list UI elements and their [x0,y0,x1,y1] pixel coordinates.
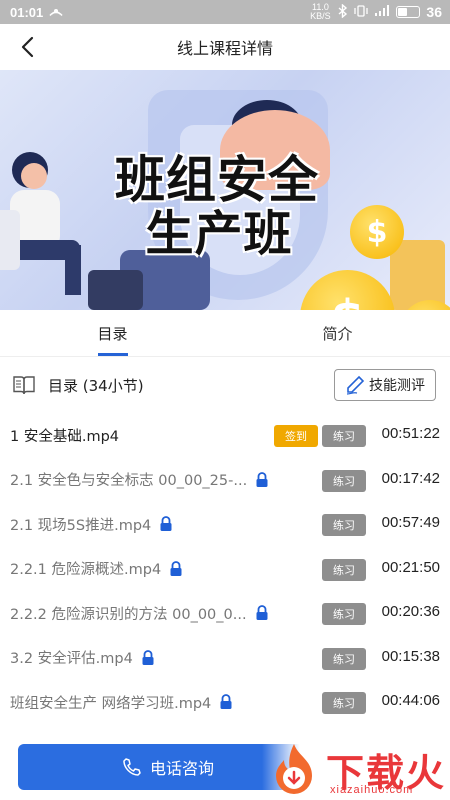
pen-icon [346,375,365,395]
lesson-duration: 00:20:36 [381,603,440,620]
lesson-row[interactable]: 班组安全生产 网络学习班.mp4 练习 00:44:06 [0,680,450,725]
lesson-duration: 00:44:06 [381,692,440,709]
lesson-title: 2.2.2 危险源识别的方法 00_00_0... [10,606,247,623]
status-time: 01:01 [10,4,44,20]
bluetooth-icon [338,2,348,21]
lesson-row[interactable]: 3.2 安全评估.mp4 练习 00:15:38 [0,636,450,681]
lock-icon [219,694,233,710]
lesson-title: 班组安全生产 网络学习班.mp4 [10,695,212,712]
bottom-bar: 电话咨询 下载火 xiazaihuo.com [0,736,450,800]
lock-icon [255,471,269,488]
course-banner: $ $ 班组安全 生产班 [0,70,450,310]
practice-button[interactable]: 练习 [322,603,366,625]
lesson-duration: 00:57:49 [381,514,440,531]
lock-icon [141,649,155,666]
active-tab-indicator [97,353,128,356]
skill-assessment-button[interactable]: 技能测评 [334,369,436,401]
phone-icon [123,758,141,776]
lesson-row[interactable]: 2.2.1 危险源概述.mp4 练习 00:21:50 [0,547,450,592]
practice-button[interactable]: 练习 [322,425,366,447]
bag-graphic [88,270,143,310]
lesson-duration: 00:51:22 [381,425,440,442]
net-speed: 11.0 KB/S [310,2,331,21]
battery-percent: 36 [426,4,442,20]
lesson-title: 1 安全基础.mp4 [10,428,119,445]
catalog-header: 目录 (34小节) 技能测评 [0,357,450,413]
back-arrow-icon[interactable] [16,34,42,60]
book-icon [12,374,36,396]
vibrate-icon [354,4,369,20]
lesson-duration: 00:17:42 [381,469,440,487]
lesson-duration: 00:15:38 [381,647,440,665]
lesson-row[interactable]: 2.1 安全色与安全标志 00_00_25-... 练习 00:17:42 [0,458,450,503]
lock-icon [159,516,173,532]
practice-button[interactable]: 练习 [322,469,366,492]
catalog-title: 目录 (34小节) [48,376,144,395]
lesson-list: 1 安全基础.mp4 签到 练习 00:51:22 2.1 安全色与安全标志 0… [0,413,450,725]
lesson-title: 2.2.1 危险源概述.mp4 [10,562,162,579]
tab-catalog[interactable]: 目录 [0,310,225,356]
page-title: 线上课程详情 [176,39,273,58]
status-bar: 01:01 11.0 KB/S 36 [0,0,450,24]
phone-consult-label: 电话咨询 [149,759,214,778]
nav-bar: 线上课程详情 [0,24,450,70]
tab-label: 目录 [97,324,128,343]
lesson-title: 3.2 安全评估.mp4 [10,651,133,668]
lesson-row[interactable]: 2.2.2 危险源识别的方法 00_00_0... 练习 00:20:36 [0,591,450,636]
tab-bar: 目录 简介 [0,310,450,357]
battery-icon [396,6,421,18]
signal-icon [374,4,390,20]
coin-icon: $ [300,270,395,310]
hotspot-icon [49,4,63,21]
lesson-title: 2.1 现场5S推进.mp4 [10,517,152,534]
lesson-row[interactable]: 2.1 现场5S推进.mp4 练习 00:57:49 [0,502,450,547]
watermark-url: xiazaihuo.com [330,784,414,796]
practice-button[interactable]: 练习 [322,692,366,714]
banner-title-line2: 生产班 [145,206,293,262]
tab-intro[interactable]: 简介 [225,310,450,356]
lesson-title: 2.1 安全色与安全标志 00_00_25-... [10,473,248,490]
practice-button[interactable]: 练习 [322,514,366,536]
practice-button[interactable]: 练习 [322,647,366,670]
sign-in-badge[interactable]: 签到 [274,425,318,447]
lock-icon [255,605,269,621]
practice-button[interactable]: 练习 [322,558,366,581]
lock-icon [169,560,183,577]
lesson-row[interactable]: 1 安全基础.mp4 签到 练习 00:51:22 [0,413,450,458]
lesson-duration: 00:21:50 [381,558,440,576]
watermark-flame-logo [276,744,312,794]
tab-label: 简介 [322,324,353,343]
skill-assessment-label: 技能测评 [369,378,425,394]
